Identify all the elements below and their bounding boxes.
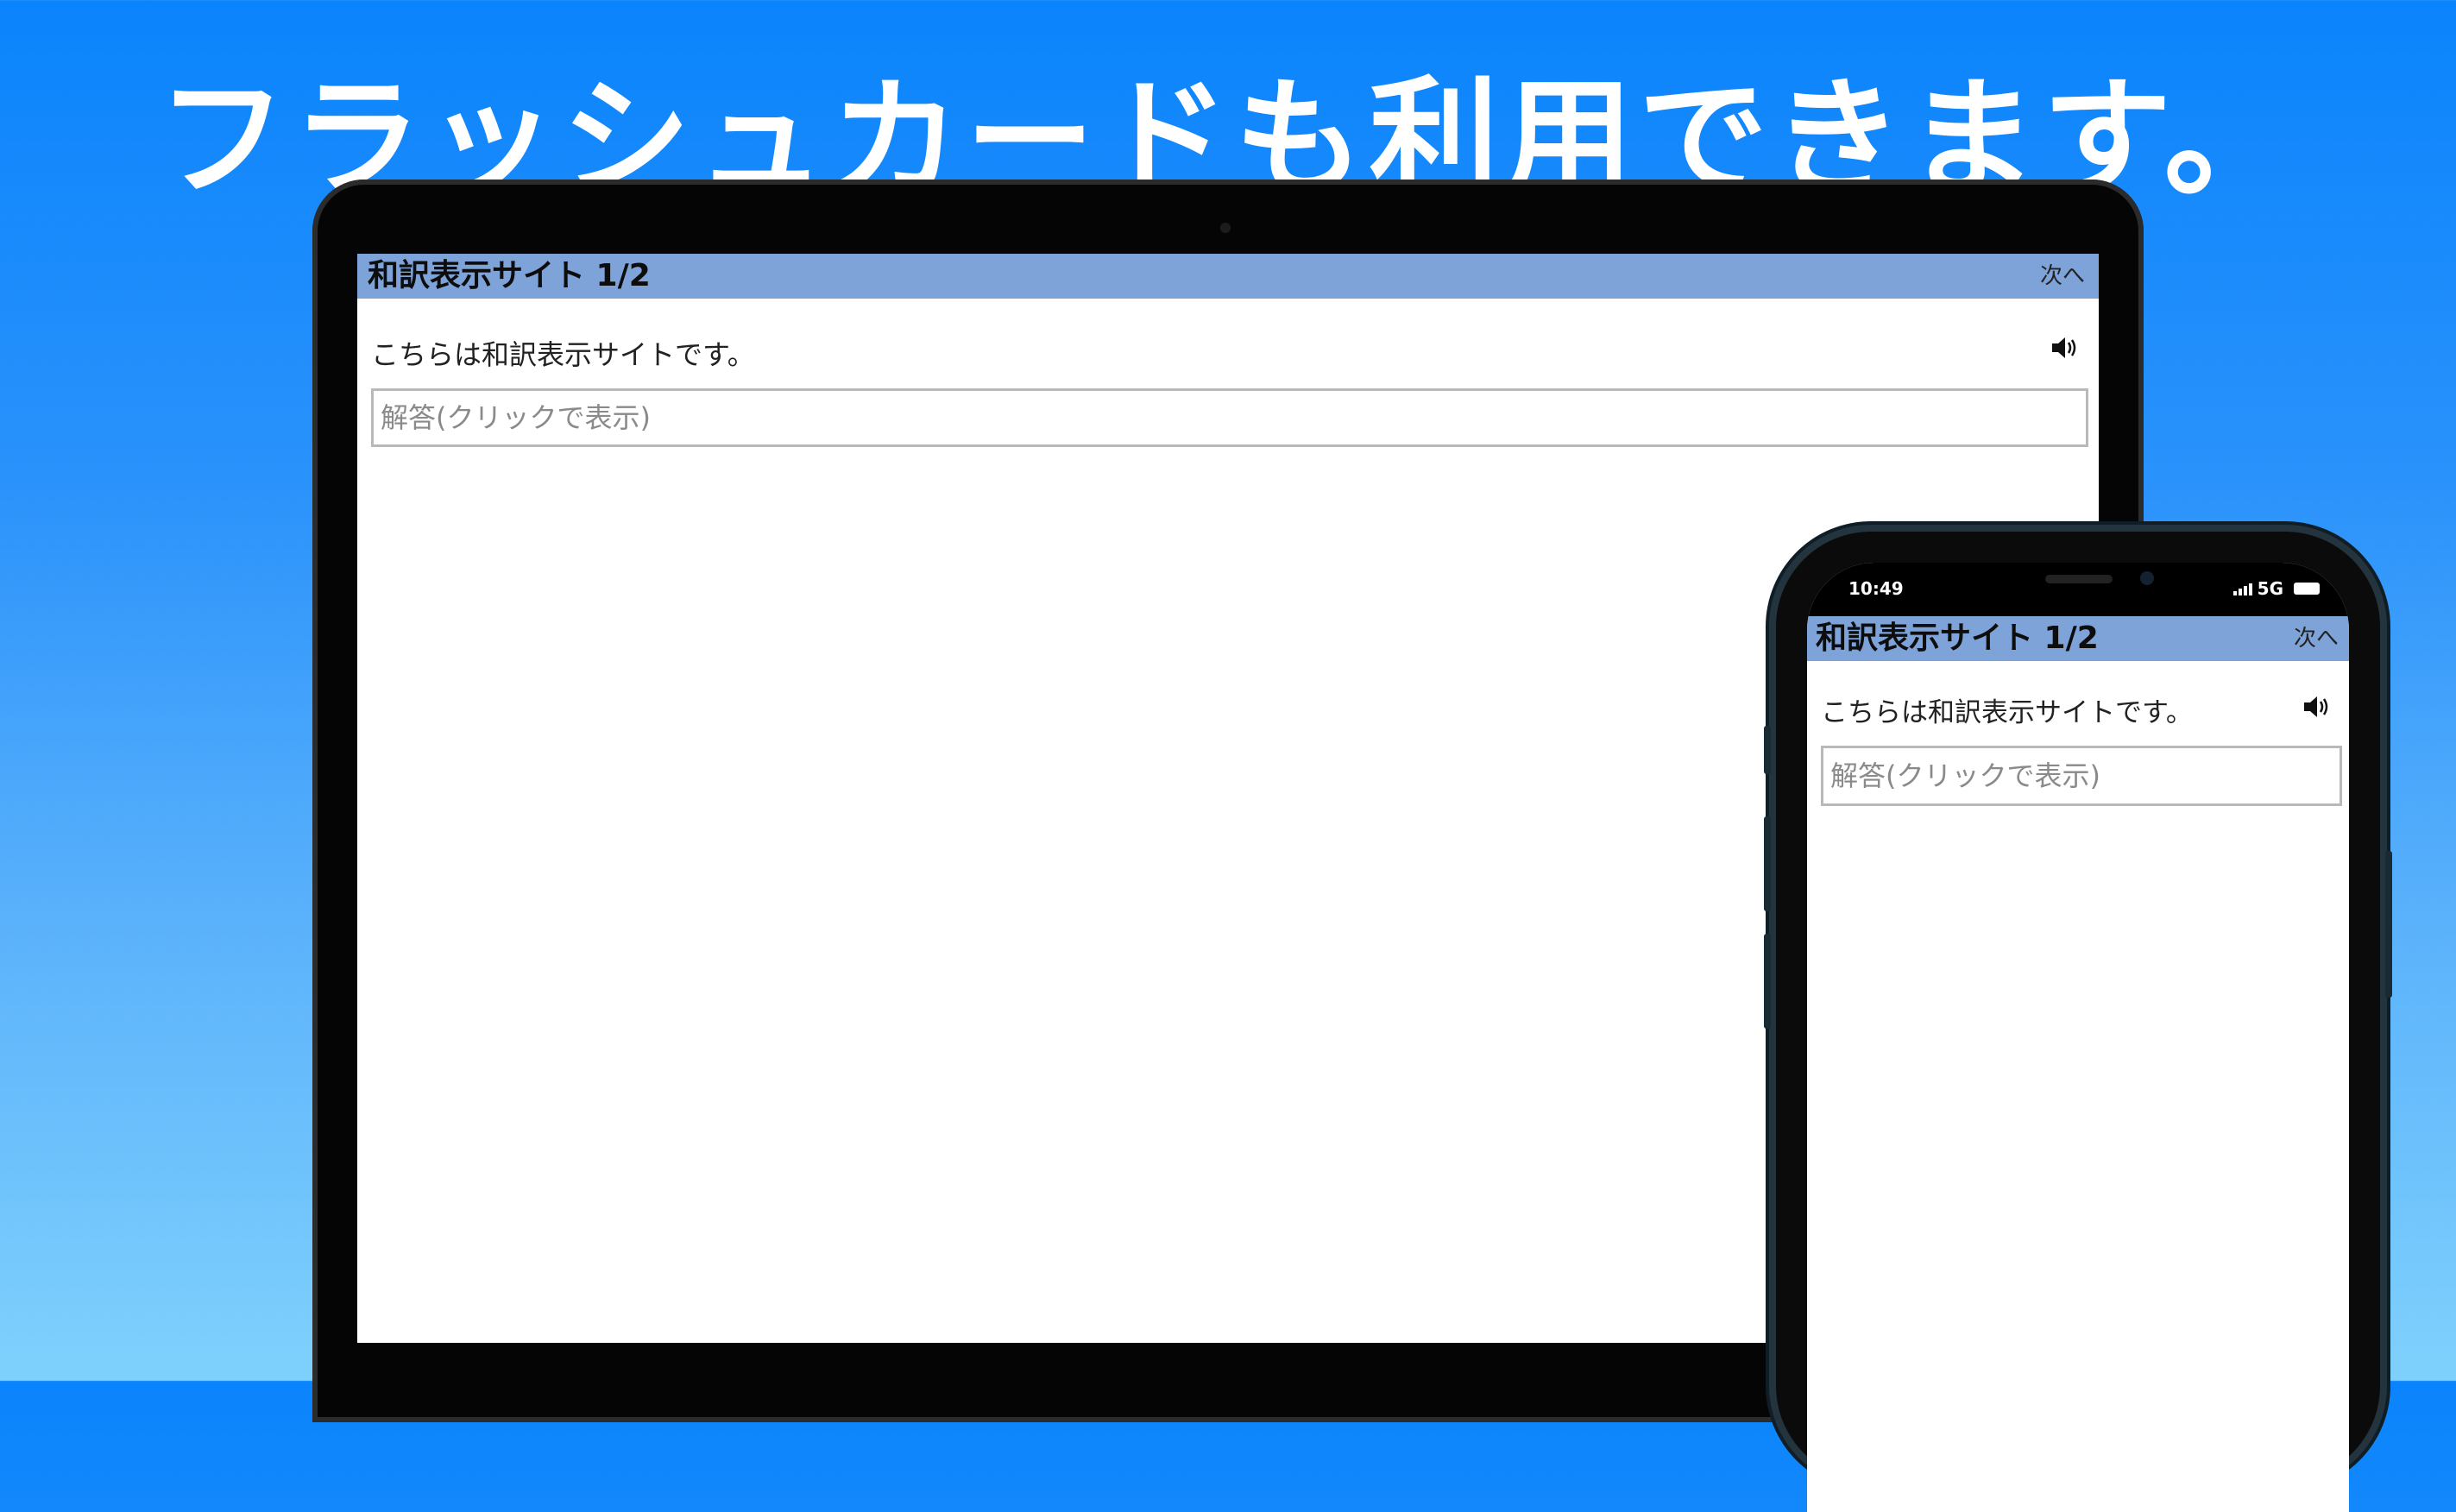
phone-power-button	[2385, 851, 2392, 998]
answer-reveal-field[interactable]: 解答(クリックで表示)	[371, 388, 2088, 447]
network-label: 5G	[2257, 578, 2283, 599]
question-text: こちらは和訳表示サイトです。	[1821, 697, 2193, 728]
phone-volume-down-button	[1764, 934, 1771, 1029]
status-bar: 10:49 5G	[1807, 563, 2349, 616]
phone-side-button	[1764, 726, 1771, 774]
app-header: 和訳表示サイト 1/2 次へ	[357, 254, 2099, 299]
question-text: こちらは和訳表示サイトです。	[371, 338, 755, 371]
speaker-icon[interactable]	[2302, 694, 2333, 720]
laptop-camera	[1220, 223, 1231, 233]
signal-icon	[2232, 582, 2252, 595]
front-camera	[2140, 571, 2154, 585]
phone-screen: 10:49 5G 和訳表示サイト 1/2 次へ こちらは和訳表示サイトです。 解…	[1807, 563, 2349, 1512]
phone-volume-up-button	[1764, 816, 1771, 911]
phone-device: 10:49 5G 和訳表示サイト 1/2 次へ こちらは和訳表示サイトです。 解…	[1764, 532, 2392, 1512]
page-title: 和訳表示サイト 1/2	[1816, 621, 2099, 656]
speaker-icon[interactable]	[2050, 335, 2081, 361]
app-header: 和訳表示サイト 1/2 次へ	[1807, 616, 2349, 661]
page-title: 和訳表示サイト 1/2	[368, 258, 651, 293]
next-button[interactable]: 次へ	[2294, 616, 2339, 661]
next-button[interactable]: 次へ	[2040, 254, 2085, 299]
answer-reveal-field[interactable]: 解答(クリックで表示)	[1821, 746, 2342, 806]
status-time: 10:49	[1848, 578, 1904, 599]
battery-icon	[2294, 583, 2320, 595]
earpiece	[2045, 575, 2113, 583]
status-indicators: 5G	[2232, 578, 2320, 599]
phone-notch	[1936, 563, 2230, 608]
